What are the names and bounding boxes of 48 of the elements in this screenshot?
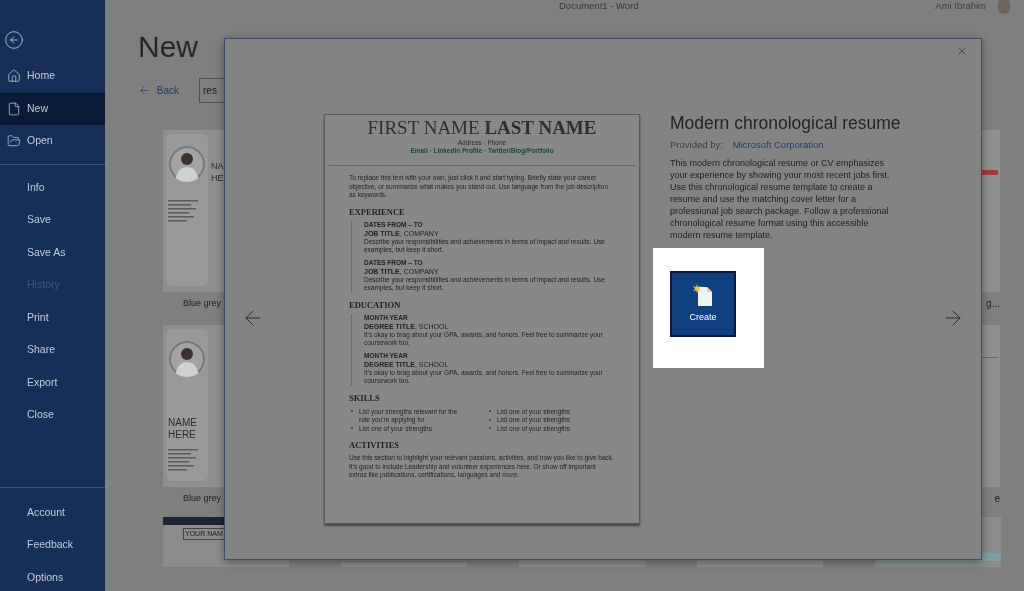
sidebar-item[interactable]: Feedback (0, 529, 105, 562)
arrow-left-icon (138, 84, 151, 97)
template-description: This modern chronological resume or CV emphasizes your experience by showing your most recent jobs first. Use this chronological resume template to create a resume and use the matching cover letter for a professional job search package. Follow a professional chronological resume format using this accessible modern resume template. (670, 157, 891, 241)
provider-name: Microsoft Corporation (732, 138, 824, 151)
sidebar-item[interactable]: New (0, 92, 105, 125)
home-icon (6, 69, 21, 84)
sidebar-item[interactable]: Close (0, 399, 105, 432)
create-button[interactable]: Create (670, 271, 736, 337)
template-name: g... (986, 297, 1000, 310)
back-button[interactable] (2, 28, 26, 52)
sidebar-item[interactable]: Info (0, 171, 105, 204)
template-thumbnail[interactable]: NA HE (163, 130, 224, 292)
back-icon (4, 30, 24, 50)
document-icon (6, 101, 21, 116)
sidebar-item[interactable]: Open (0, 125, 105, 158)
template-name: Blue grey (183, 492, 223, 505)
section-heading: SKILLS (349, 392, 381, 404)
sidebar-item[interactable]: Options (0, 561, 105, 591)
name-text: HERE (168, 429, 197, 441)
avatar-icon (998, 0, 1010, 14)
sidebar-item[interactable]: Print (0, 301, 105, 334)
section-heading: ACTIVITIES (349, 440, 401, 451)
text-lines-drawing (168, 200, 198, 224)
sidebar-item[interactable]: Share (0, 334, 105, 367)
folder-icon (6, 134, 21, 149)
page-title: New (138, 29, 198, 65)
provider-label: Provided by: (670, 138, 723, 151)
template-name: Blue grey (183, 297, 223, 310)
name-text: HE (211, 172, 224, 184)
new-document-icon (692, 283, 714, 308)
close-icon (956, 45, 968, 57)
template-thumbnail[interactable] (982, 325, 1000, 487)
window-title: Document1 - Word (559, 0, 639, 13)
resume-name: FIRST NAME LAST NAME (366, 117, 598, 139)
sidebar-item[interactable]: Save (0, 204, 105, 237)
sidebar-item[interactable]: Export (0, 366, 105, 399)
template-title: Modern chronological resume (670, 112, 902, 134)
text-lines-drawing (168, 449, 198, 473)
template-thumbnail[interactable] (982, 130, 1000, 292)
section-heading: EXPERIENCE (349, 206, 406, 218)
sidebar-item[interactable]: Home (0, 60, 105, 93)
sidebar-item[interactable]: Save As (0, 236, 105, 269)
template-thumbnail[interactable]: NAME HERE (163, 325, 224, 487)
template-name: e (994, 492, 1000, 505)
name-text: NAME (168, 417, 198, 429)
name-text: NA (211, 160, 224, 172)
sidebar-item[interactable]: Account (0, 496, 105, 529)
section-heading: EDUCATION (349, 299, 402, 311)
